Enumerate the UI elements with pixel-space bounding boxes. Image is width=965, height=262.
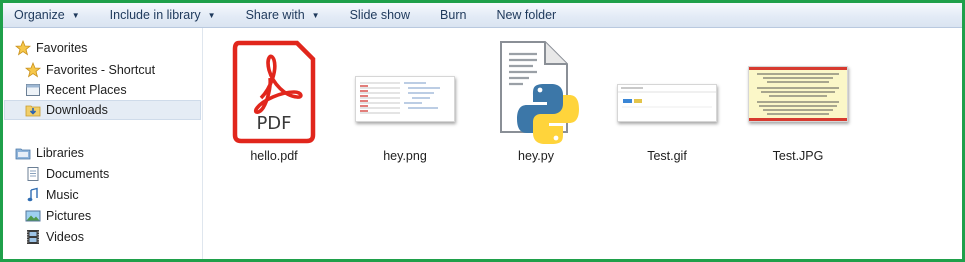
file-item[interactable]: PDF hello.pdf: [209, 40, 339, 163]
recent-places-icon: [24, 82, 42, 98]
nav-recent-places-label: Recent Places: [46, 83, 127, 97]
file-item[interactable]: Test.JPG: [733, 40, 863, 163]
burn-button[interactable]: Burn: [429, 4, 475, 26]
jpg-thumbnail: [733, 40, 863, 144]
nav-favorites-label: Favorites: [36, 41, 88, 55]
nav-favorites-shortcut-label: Favorites - Shortcut: [46, 63, 156, 77]
png-thumbnail: [340, 40, 470, 144]
organize-button[interactable]: Organize ▼: [3, 4, 89, 26]
nav-pictures[interactable]: Pictures: [24, 206, 91, 226]
organize-label: Organize: [14, 8, 65, 22]
star-icon: [14, 40, 32, 56]
nav-videos[interactable]: Videos: [24, 227, 84, 247]
music-note-icon: [24, 187, 42, 203]
file-name: hey.py: [518, 149, 554, 163]
burn-label: Burn: [440, 8, 467, 22]
new-folder-label: New folder: [496, 8, 557, 22]
file-name: hey.png: [383, 149, 427, 163]
file-item[interactable]: hey.py: [471, 40, 601, 163]
share-with-button[interactable]: Share with ▼: [235, 4, 329, 26]
gif-thumbnail: [602, 40, 732, 144]
include-in-library-button[interactable]: Include in library ▼: [99, 4, 225, 26]
chevron-down-icon: ▼: [207, 10, 216, 20]
chevron-down-icon: ▼: [311, 10, 320, 20]
nav-documents[interactable]: Documents: [24, 164, 109, 184]
nav-pictures-label: Pictures: [46, 209, 92, 223]
nav-documents-label: Documents: [46, 167, 110, 181]
nav-favorites-shortcut[interactable]: Favorites - Shortcut: [24, 60, 155, 80]
nav-music-label: Music: [46, 188, 79, 202]
new-folder-button[interactable]: New folder: [485, 4, 565, 26]
file-name: Test.gif: [647, 149, 687, 163]
nav-downloads[interactable]: Downloads: [4, 100, 201, 120]
nav-favorites[interactable]: Favorites: [14, 38, 87, 58]
slide-show-label: Slide show: [349, 8, 411, 22]
nav-videos-label: Videos: [46, 230, 84, 244]
file-item[interactable]: hey.png: [340, 40, 470, 163]
file-list: PDF hello.pdf hey.png hey.py Test.gif Te…: [203, 28, 961, 259]
documents-icon: [24, 166, 42, 182]
film-strip-icon: [24, 229, 42, 245]
file-name: Test.JPG: [772, 149, 824, 163]
file-item[interactable]: Test.gif: [602, 40, 732, 163]
navigation-pane: Favorites Favorites - Shortcut Recent Pl…: [3, 28, 203, 259]
file-name: hello.pdf: [250, 149, 298, 163]
nav-libraries[interactable]: Libraries: [14, 143, 84, 163]
slide-show-button[interactable]: Slide show: [339, 4, 419, 26]
python-file-icon: [471, 40, 601, 144]
command-bar: Organize ▼ Include in library ▼ Share wi…: [3, 3, 962, 28]
libraries-icon: [14, 145, 32, 161]
nav-recent-places[interactable]: Recent Places: [24, 80, 127, 100]
downloads-folder-icon: [24, 102, 42, 118]
nav-libraries-label: Libraries: [36, 146, 84, 160]
chevron-down-icon: ▼: [71, 10, 80, 20]
nav-music[interactable]: Music: [24, 185, 79, 205]
pdf-badge-text: PDF: [256, 113, 292, 134]
pictures-icon: [24, 208, 42, 224]
include-in-library-label: Include in library: [109, 8, 201, 22]
nav-downloads-label: Downloads: [46, 103, 108, 117]
share-with-label: Share with: [245, 8, 305, 22]
star-icon: [24, 62, 42, 78]
